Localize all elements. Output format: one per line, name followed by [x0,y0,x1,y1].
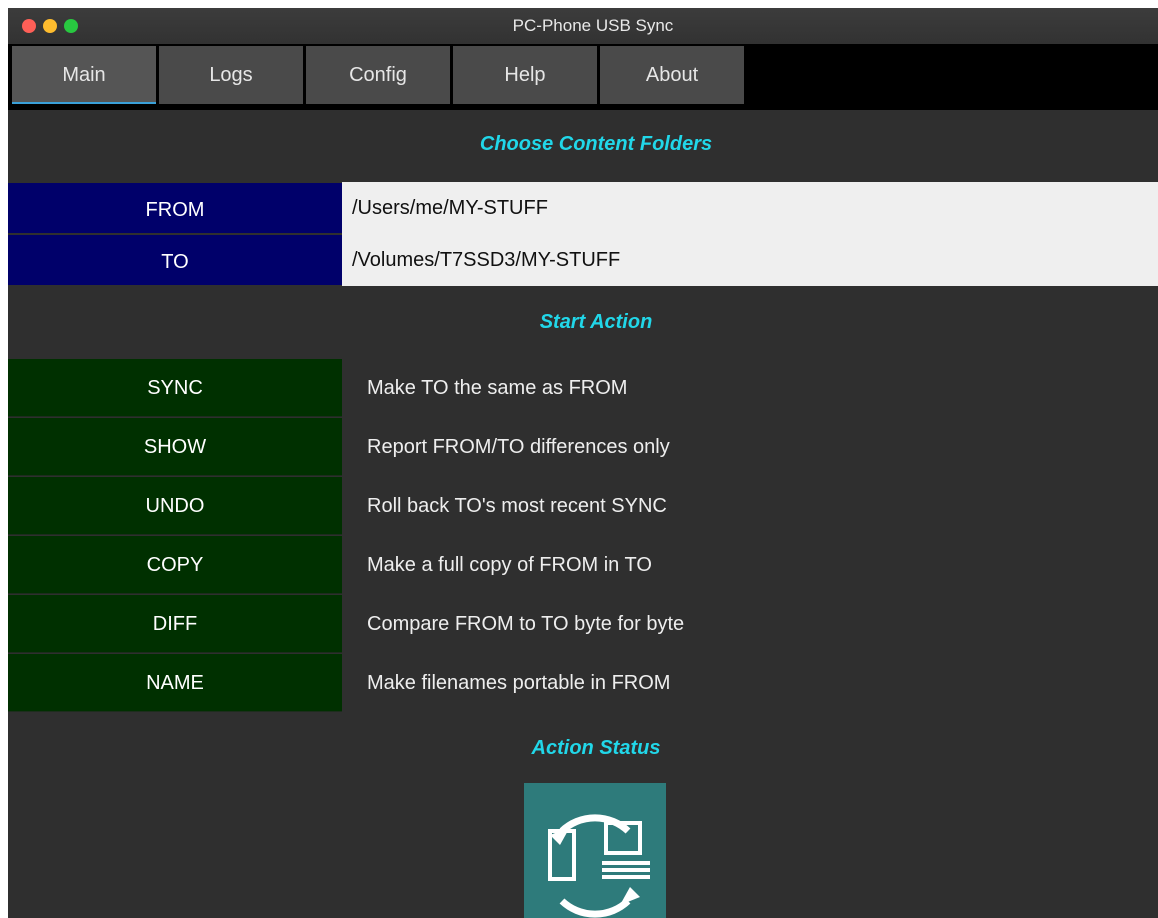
show-description: Report FROM/TO differences only [367,436,670,458]
undo-button[interactable]: UNDO [8,477,342,535]
tab-config[interactable]: Config [306,46,450,104]
from-folder-button[interactable]: FROM [8,183,342,233]
sync-description: Make TO the same as FROM [367,377,628,399]
show-button[interactable]: SHOW [8,418,342,476]
name-button[interactable]: NAME [8,654,342,712]
undo-description: Roll back TO's most recent SYNC [367,495,667,517]
title-bar: PC-Phone USB Sync [8,8,1158,44]
actions-heading: Start Action [539,311,653,333]
to-folder-input[interactable] [342,234,1158,286]
copy-description: Make a full copy of FROM in TO [367,554,652,576]
window-title: PC-Phone USB Sync [512,16,674,35]
tab-about[interactable]: About [600,46,744,104]
diff-button[interactable]: DIFF [8,595,342,653]
name-description: Make filenames portable in FROM [367,672,671,694]
phone-laptop-sync-icon [524,783,666,918]
folders-heading: Choose Content Folders [479,133,713,155]
diff-description: Compare FROM to TO byte for byte [367,613,685,635]
sync-button[interactable]: SYNC [8,359,342,417]
to-folder-button[interactable]: TO [8,235,342,285]
status-heading: Action Status [531,737,661,759]
tab-logs[interactable]: Logs [159,46,303,104]
from-folder-input[interactable] [342,182,1158,234]
tab-help[interactable]: Help [453,46,597,104]
app-window: PC-Phone USB Sync Main Logs Config Help … [8,8,1158,918]
tab-main[interactable]: Main [12,46,156,104]
copy-button[interactable]: COPY [8,536,342,594]
tab-bar: Main Logs Config Help About [8,44,1158,110]
